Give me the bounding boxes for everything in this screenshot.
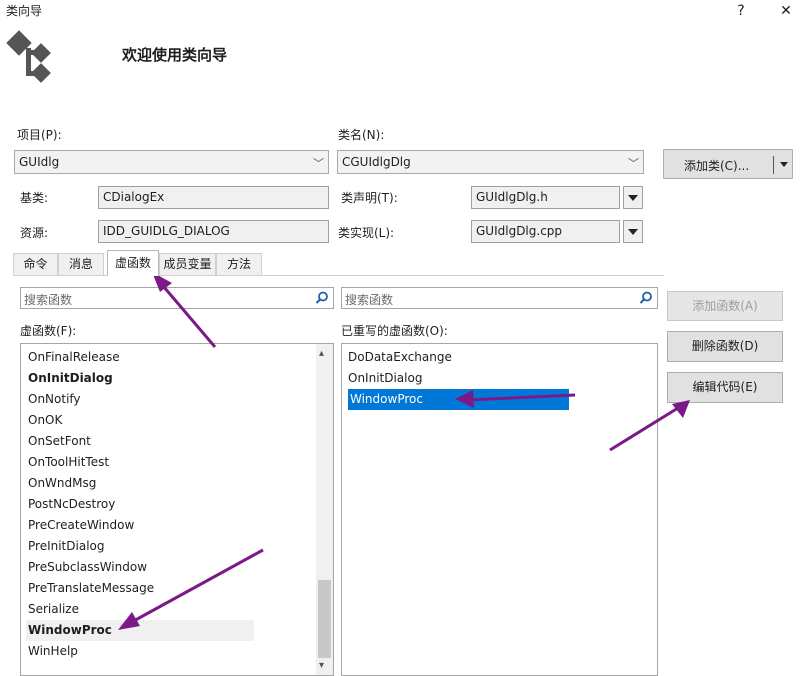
class-wizard-icon (6, 30, 51, 83)
resource-value: IDD_GUIDLG_DIALOG (103, 224, 230, 238)
add-class-label: 添加类(C)... (684, 159, 750, 173)
decl-field: GUIdlgDlg.h (471, 186, 620, 209)
base-value: CDialogEx (103, 190, 165, 204)
list-item[interactable]: PreSubclassWindow (28, 557, 147, 578)
dropdown-arrow-icon[interactable] (780, 162, 788, 167)
search-icon[interactable] (639, 291, 653, 305)
tab-commands[interactable]: 命令 (13, 253, 58, 275)
scroll-up-icon[interactable]: ▴ (319, 348, 324, 359)
list-item-selected[interactable]: WindowProc (348, 389, 569, 410)
add-function-button[interactable]: 添加函数(A) (667, 291, 783, 321)
scroll-down-icon[interactable]: ▾ (319, 660, 324, 671)
tab-messages[interactable]: 消息 (58, 253, 104, 275)
tab-member-variables[interactable]: 成员变量 (159, 253, 216, 275)
list-item[interactable]: OnInitDialog (28, 368, 113, 389)
decl-label: 类声明(T): (341, 191, 398, 205)
classname-label: 类名(N): (338, 128, 385, 142)
list-item[interactable]: PreCreateWindow (28, 515, 134, 536)
virtual-functions-label: 虚函数(F): (20, 324, 77, 338)
help-button[interactable]: ? (727, 0, 755, 22)
base-class-field: CDialogEx (98, 186, 329, 209)
scrollbar[interactable]: ▴ ▾ (316, 344, 333, 675)
list-item[interactable]: PreInitDialog (28, 536, 104, 557)
list-item[interactable]: OnWndMsg (28, 473, 96, 494)
virtual-functions-list[interactable]: OnFinalRelease OnInitDialog OnNotify OnO… (20, 343, 334, 676)
list-item[interactable]: OnOK (28, 410, 62, 431)
page-title: 欢迎使用类向导 (122, 46, 228, 64)
search-placeholder: 搜索函数 (24, 293, 73, 307)
list-item[interactable]: Serialize (28, 599, 79, 620)
edit-code-button[interactable]: 编辑代码(E) (667, 372, 783, 403)
decl-dropdown-button[interactable] (623, 186, 643, 209)
tab-virtual-functions[interactable]: 虚函数 (107, 250, 159, 276)
impl-value: GUIdlgDlg.cpp (476, 224, 563, 238)
list-item[interactable]: PostNcDestroy (28, 494, 115, 515)
impl-label: 类实现(L): (338, 226, 395, 240)
add-class-button[interactable]: 添加类(C)... (663, 149, 793, 179)
list-item[interactable]: OnNotify (28, 389, 81, 410)
virtual-function-search-input[interactable]: 搜索函数 (20, 287, 334, 309)
resource-field: IDD_GUIDLG_DIALOG (98, 220, 329, 243)
search-placeholder: 搜索函数 (345, 293, 394, 307)
list-item[interactable]: OnSetFont (28, 431, 91, 452)
classname-value: CGUIdlgDlg (342, 155, 411, 169)
list-item-hovered[interactable]: WindowProc (26, 620, 254, 641)
resource-label: 资源: (20, 226, 49, 240)
overridden-functions-list[interactable]: DoDataExchange OnInitDialog WindowProc (341, 343, 658, 676)
base-label: 基类: (20, 191, 49, 205)
delete-function-button[interactable]: 删除函数(D) (667, 331, 783, 362)
chevron-down-icon: ﹀ (628, 157, 639, 170)
project-value: GUIdlg (19, 155, 60, 169)
list-item[interactable]: PreTranslateMessage (28, 578, 154, 599)
window-title: 类向导 (6, 4, 43, 18)
project-combo[interactable]: GUIdlg ﹀ (14, 150, 329, 174)
close-button[interactable]: ✕ (772, 0, 800, 22)
scrollbar-thumb[interactable] (318, 580, 331, 658)
list-item[interactable]: OnToolHitTest (28, 452, 109, 473)
list-item[interactable]: WinHelp (28, 641, 78, 662)
chevron-down-icon: ﹀ (313, 157, 324, 170)
impl-field: GUIdlgDlg.cpp (471, 220, 620, 243)
impl-dropdown-button[interactable] (623, 220, 643, 243)
classname-combo[interactable]: CGUIdlgDlg ﹀ (337, 150, 644, 174)
overridden-functions-label: 已重写的虚函数(O): (341, 324, 448, 338)
split-divider (773, 156, 774, 174)
list-item[interactable]: OnInitDialog (348, 368, 422, 389)
decl-value: GUIdlgDlg.h (476, 190, 548, 204)
tab-methods[interactable]: 方法 (216, 253, 262, 275)
project-label: 项目(P): (17, 128, 62, 142)
search-icon[interactable] (315, 291, 329, 305)
overridden-function-search-input[interactable]: 搜索函数 (341, 287, 658, 309)
list-item[interactable]: OnFinalRelease (28, 347, 120, 368)
list-item[interactable]: DoDataExchange (348, 347, 452, 368)
